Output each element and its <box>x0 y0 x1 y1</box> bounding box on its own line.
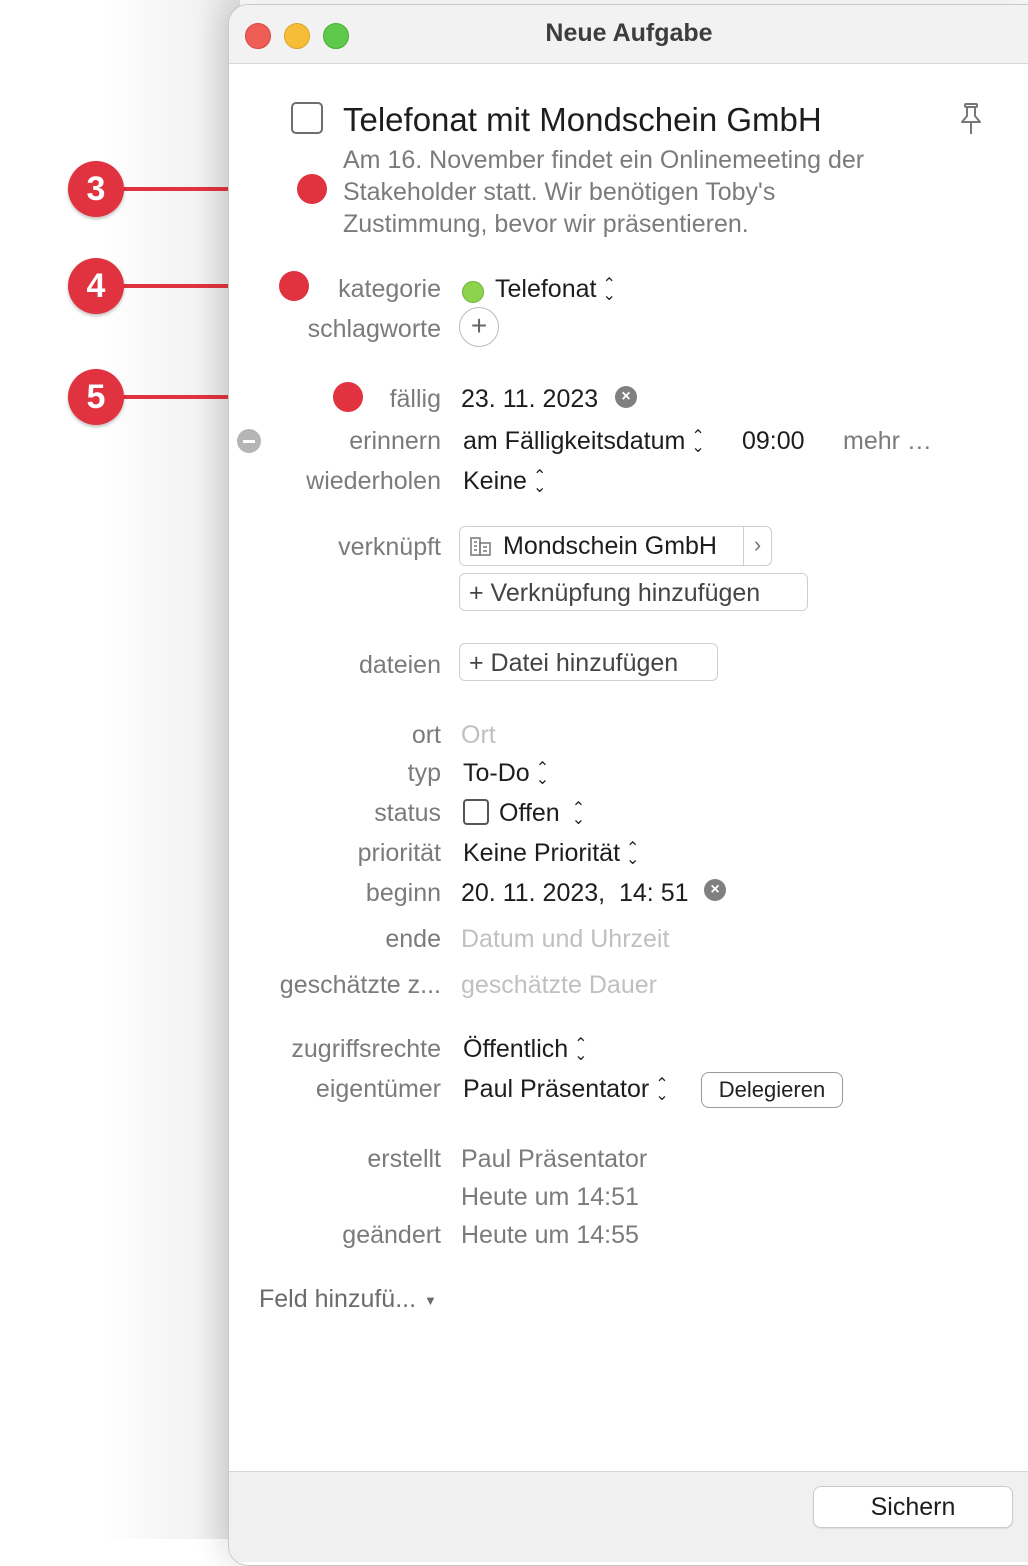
wiederholen-value: Keine <box>463 467 527 495</box>
dauer-input[interactable]: geschätzte Dauer <box>461 971 657 1000</box>
verknuepft-label: verknüpft <box>338 533 441 561</box>
dateien-label: dateien <box>358 651 441 679</box>
status-select[interactable]: Offen ⌃ ⌄ <box>499 799 585 828</box>
task-description-line-3[interactable]: Zustimmung, bevor wir präsentieren. <box>343 210 749 239</box>
erstellt-by: Paul Präsentator <box>461 1145 648 1173</box>
annotation-4-dot <box>279 271 309 301</box>
add-tag-button[interactable]: + <box>459 307 499 347</box>
erinnern-select[interactable]: am Fälligkeitsdatum ⌃ ⌄ <box>463 427 705 456</box>
kategorie-select[interactable]: Telefonat ⌃ ⌄ <box>495 275 616 304</box>
annotation-4-badge: 4 <box>68 258 124 314</box>
pin-icon[interactable] <box>956 101 986 141</box>
task-done-checkbox[interactable] <box>291 102 323 134</box>
erstellt-label: erstellt <box>367 1145 441 1173</box>
eigentuemer-label: eigentümer <box>315 1075 441 1103</box>
wiederholen-label: wiederholen <box>306 467 441 495</box>
annotation-5-dot <box>333 382 363 412</box>
geaendert-when: Heute um 14:55 <box>461 1221 639 1249</box>
linked-company-token[interactable]: Mondschein GmbH › <box>459 526 772 566</box>
clear-due-date-icon[interactable]: × <box>615 386 637 408</box>
erinnern-time[interactable]: 09:00 <box>742 427 805 456</box>
beginn-value[interactable]: 20. 11. 2023, 14: 51 <box>461 879 689 908</box>
add-link-button[interactable]: + Verknüpfung hinzufügen <box>459 573 808 611</box>
schlagworte-label: schlagworte <box>307 315 441 343</box>
erinnern-label: erinnern <box>349 427 441 455</box>
chevron-updown-icon: ⌃ ⌄ <box>655 1076 669 1105</box>
kategorie-label: kategorie <box>338 275 441 303</box>
chevron-updown-icon: ⌃ ⌄ <box>626 840 640 869</box>
zugriffsrechte-label: zugriffsrechte <box>291 1035 441 1063</box>
title-bar: Neue Aufgabe <box>229 5 1028 64</box>
annotation-3-badge: 3 <box>68 161 124 217</box>
typ-label: typ <box>407 759 441 787</box>
add-file-button[interactable]: + Datei hinzufügen <box>459 643 718 681</box>
geaendert-label: geändert <box>342 1221 441 1249</box>
erinnern-more[interactable]: mehr … <box>843 427 932 456</box>
ort-input[interactable]: Ort <box>461 721 496 750</box>
chevron-updown-icon: ⌃ ⌄ <box>602 276 616 305</box>
chevron-updown-icon: ⌃ ⌄ <box>532 468 547 497</box>
chevron-updown-icon: ⌃ ⌄ <box>535 760 550 789</box>
task-description-line-2[interactable]: Stakeholder statt. Wir benötigen Toby's <box>343 178 775 207</box>
zugriffsrechte-select[interactable]: Öffentlich ⌃ ⌄ <box>463 1035 588 1064</box>
erinnern-value: am Fälligkeitsdatum <box>463 427 686 455</box>
prioritaet-label: priorität <box>357 839 441 867</box>
prioritaet-value: Keine Priorität <box>463 839 621 867</box>
status-checkbox[interactable] <box>463 799 489 825</box>
ende-label: ende <box>385 925 441 953</box>
eigentuemer-value: Paul Präsentator <box>463 1075 650 1103</box>
linked-company-name: Mondschein GmbH <box>503 532 717 560</box>
dauer-label: geschätzte z... <box>279 971 441 999</box>
dropdown-triangle-icon: ▼ <box>424 1292 437 1308</box>
chevron-updown-icon: ⌃ ⌄ <box>691 428 705 457</box>
task-window: Neue Aufgabe Telefonat mit Mondschein Gm… <box>228 4 1028 1566</box>
task-description-line-1[interactable]: Am 16. November findet ein Onlinemeeting… <box>343 146 864 175</box>
prioritaet-select[interactable]: Keine Priorität ⌃ ⌄ <box>463 839 639 868</box>
typ-value: To-Do <box>463 759 530 787</box>
kategorie-value: Telefonat <box>495 275 597 303</box>
wiederholen-select[interactable]: Keine ⌃ ⌄ <box>463 467 546 496</box>
bottom-bar: Sichern <box>229 1471 1028 1562</box>
building-icon <box>470 536 492 561</box>
ort-label: ort <box>411 721 441 749</box>
open-link-chevron-icon[interactable]: › <box>743 527 771 565</box>
add-field-label: Feld hinzufü... <box>259 1285 417 1313</box>
typ-select[interactable]: To-Do ⌃ ⌄ <box>463 759 549 788</box>
chevron-updown-icon: ⌃ ⌄ <box>574 1036 588 1065</box>
clear-start-date-icon[interactable]: × <box>704 879 726 901</box>
window-title: Neue Aufgabe <box>545 19 713 47</box>
status-value: Offen <box>499 799 560 827</box>
window-shadow <box>100 0 240 1539</box>
beginn-label: beginn <box>365 879 441 907</box>
annotation-3-dot <box>297 174 327 204</box>
kategorie-color-dot <box>462 281 484 303</box>
save-button[interactable]: Sichern <box>813 1486 1013 1528</box>
task-title[interactable]: Telefonat mit Mondschein GmbH <box>343 101 822 139</box>
chevron-updown-icon: ⌃ ⌄ <box>571 800 586 829</box>
ende-input[interactable]: Datum und Uhrzeit <box>461 925 669 954</box>
eigentuemer-select[interactable]: Paul Präsentator ⌃ ⌄ <box>463 1075 669 1104</box>
faellig-value[interactable]: 23. 11. 2023 <box>461 385 598 414</box>
erstellt-when: Heute um 14:51 <box>461 1183 639 1211</box>
annotation-5-badge: 5 <box>68 369 124 425</box>
add-field-menu[interactable]: Feld hinzufü... ▼ <box>259 1285 437 1314</box>
status-label: status <box>374 799 441 827</box>
delegate-button[interactable]: Delegieren <box>701 1072 843 1108</box>
zugriffsrechte-value: Öffentlich <box>463 1035 569 1063</box>
